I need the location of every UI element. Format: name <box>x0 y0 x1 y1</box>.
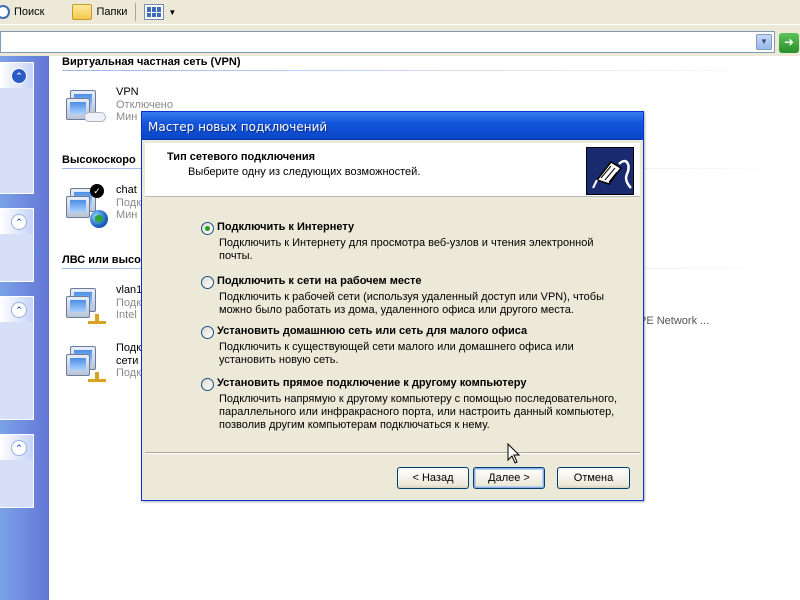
radio-direct-connection[interactable] <box>201 378 214 391</box>
connection-status: Подк <box>116 367 142 379</box>
lan-connection-icon <box>64 284 108 328</box>
checkmark-icon: ✓ <box>90 184 104 198</box>
broadband-connection-icon: ✓ <box>64 184 108 228</box>
option-description: Подключить напрямую к другому компьютеру… <box>219 393 618 431</box>
address-input[interactable]: ▼ <box>0 31 775 53</box>
connection-item-lan2[interactable]: Подк сети Подк <box>64 342 141 386</box>
next-button[interactable]: Далее > <box>473 467 545 489</box>
connection-status: Отключено <box>116 98 173 111</box>
collapse-chevron-icon[interactable]: ⌃ <box>11 440 27 456</box>
task-panel-1: ⌃ <box>0 62 34 194</box>
connection-name: VPN <box>116 86 139 98</box>
radio-home-network[interactable] <box>201 326 214 339</box>
connection-name: chat <box>116 184 137 196</box>
wizard-header: Тип сетевого подключения Выберите одну и… <box>145 143 640 197</box>
group-header-broadband: Высокоскоро <box>62 154 136 166</box>
views-icon <box>144 4 165 20</box>
network-plug-icon <box>586 147 634 195</box>
connection-item-vlan1[interactable]: vlan1 Подк Intel <box>64 284 142 328</box>
group-header-vpn: Виртуальная частная сеть (VPN) <box>62 56 241 68</box>
address-dropdown-icon[interactable]: ▼ <box>756 34 772 50</box>
task-pane: ⌃ ⌃ ⌃ ⌃ <box>0 56 49 600</box>
task-panel-4: ⌃ <box>0 434 34 508</box>
option-description: Подключить к существующей сети малого ил… <box>219 341 574 366</box>
option-label[interactable]: Установить прямое подключение к другому … <box>217 377 526 389</box>
connection-item-chat[interactable]: ✓ chat Подк Мин <box>64 184 141 228</box>
connection-name: vlan1 <box>116 284 143 296</box>
task-panel-2: ⌃ <box>0 208 34 282</box>
views-button[interactable]: ▼ <box>140 1 180 23</box>
lan-connection-icon <box>64 342 108 386</box>
option-description: Подключить к Интернету для просмотра веб… <box>219 237 594 262</box>
option-description: Подключить к рабочей сети (используя уда… <box>219 291 604 316</box>
connection-status: Подк <box>116 296 142 309</box>
go-button[interactable]: ➜ <box>779 33 799 53</box>
task-panel-3: ⌃ <box>0 296 34 420</box>
radio-internet[interactable] <box>201 222 214 235</box>
folders-label: Папки <box>96 6 128 18</box>
chevron-down-icon: ▼ <box>168 7 177 17</box>
collapse-chevron-icon[interactable]: ⌃ <box>11 302 27 318</box>
option-label[interactable]: Подключить к сети на рабочем месте <box>217 275 421 287</box>
dialog-title: Мастер новых подключений <box>148 120 328 134</box>
folders-button[interactable]: Папки <box>68 1 131 23</box>
new-connection-wizard-dialog: Мастер новых подключений Тип сетевого по… <box>141 111 644 501</box>
address-bar: ▼ ➜ <box>0 24 800 56</box>
group-divider <box>62 70 782 71</box>
wizard-heading: Тип сетевого подключения <box>167 151 316 163</box>
folder-icon <box>72 4 93 20</box>
task-panel-header[interactable]: ⌃ <box>0 297 33 322</box>
search-icon <box>0 5 10 19</box>
connection-name: Подк <box>116 342 142 354</box>
search-button[interactable]: Поиск <box>0 1 48 23</box>
collapse-chevron-icon[interactable]: ⌃ <box>11 214 27 230</box>
dialog-separator <box>145 452 640 454</box>
search-label: Поиск <box>14 6 45 18</box>
toolbar: Поиск Папки ▼ <box>0 0 800 24</box>
connection-status: Подк <box>116 196 142 209</box>
toolbar-separator <box>135 3 137 21</box>
connection-device: Intel <box>116 309 137 321</box>
connection-device-truncated: PE Network ... <box>639 315 710 327</box>
dialog-titlebar[interactable]: Мастер новых подключений <box>142 112 643 140</box>
cancel-button[interactable]: Отмена <box>557 467 630 489</box>
radio-workplace[interactable] <box>201 276 214 289</box>
wizard-subheading: Выберите одну из следующих возможностей. <box>188 166 421 178</box>
connection-name-2: сети <box>116 354 139 367</box>
task-panel-header[interactable]: ⌃ <box>0 209 33 234</box>
option-label[interactable]: Установить домашнюю сеть или сеть для ма… <box>217 325 527 337</box>
connection-device: Мин <box>116 209 138 221</box>
option-label[interactable]: Подключить к Интернету <box>217 221 354 233</box>
task-panel-header[interactable]: ⌃ <box>0 435 33 460</box>
group-header-lan: ЛВС или высо <box>62 254 141 266</box>
task-panel-header[interactable]: ⌃ <box>0 63 33 88</box>
back-button[interactable]: < Назад <box>397 467 469 489</box>
vpn-connection-icon <box>64 86 108 130</box>
mouse-cursor-icon <box>507 443 521 464</box>
collapse-chevron-icon[interactable]: ⌃ <box>11 68 27 84</box>
